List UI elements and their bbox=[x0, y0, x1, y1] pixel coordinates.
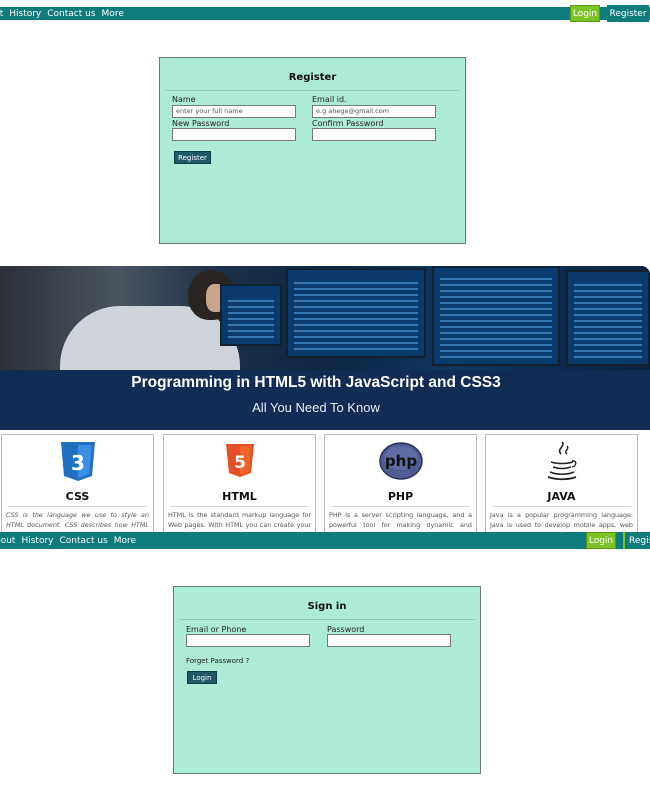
top-nav-bar: ut History Contact us More Login Registe… bbox=[0, 5, 650, 22]
email-input[interactable]: e.g ahege@gmail.com bbox=[312, 105, 436, 118]
second-nav-bar: bout History Contact us More Login Regis bbox=[0, 532, 650, 549]
nav-link-about[interactable]: ut bbox=[0, 9, 3, 19]
divider bbox=[170, 506, 309, 507]
nav-link-more[interactable]: More bbox=[102, 9, 124, 19]
nav-link-more[interactable]: More bbox=[114, 536, 136, 546]
html5-icon: 5 bbox=[218, 441, 262, 481]
login-submit-button[interactable]: Login bbox=[187, 671, 217, 684]
page: ut History Contact us More Login Registe… bbox=[0, 0, 650, 800]
feature-title: HTML bbox=[222, 490, 257, 503]
feature-title: PHP bbox=[387, 490, 414, 503]
email-phone-input[interactable] bbox=[186, 634, 310, 647]
feature-card-java[interactable]: JAVA Java is a popular programming langu… bbox=[485, 434, 638, 534]
divider bbox=[331, 506, 470, 507]
banner-heading: Programming in HTML5 with JavaScript and… bbox=[131, 374, 501, 391]
feature-description: PHP is a server scripting language, and … bbox=[329, 511, 472, 533]
signin-form: Sign in Email or Phone Password Forget P… bbox=[173, 586, 481, 774]
feature-description: Java is a popular programming language. … bbox=[490, 511, 633, 533]
name-label: Name bbox=[172, 95, 196, 104]
confirm-password-label: Confirm Password bbox=[312, 119, 384, 128]
feature-description: CSS is the language we use to style an H… bbox=[6, 511, 149, 533]
password-input[interactable] bbox=[327, 634, 451, 647]
divider bbox=[8, 506, 147, 507]
register-form: Register Name enter your full name Email… bbox=[159, 57, 466, 244]
svg-text:php: php bbox=[384, 452, 416, 470]
monitor-screen bbox=[220, 284, 282, 346]
nav-link-contact[interactable]: Contact us bbox=[47, 9, 95, 19]
new-password-input[interactable] bbox=[172, 128, 296, 141]
top-nav-links: ut History Contact us More bbox=[0, 7, 124, 20]
confirm-password-input[interactable] bbox=[312, 128, 436, 141]
new-password-label: New Password bbox=[172, 119, 230, 128]
nav-link-history[interactable]: History bbox=[21, 536, 53, 546]
nav-link-history[interactable]: History bbox=[9, 9, 41, 19]
login-button[interactable]: Login bbox=[570, 5, 600, 22]
feature-card-css[interactable]: 3 CSS CSS is the language we use to styl… bbox=[1, 434, 154, 534]
css3-icon: 3 bbox=[56, 441, 100, 481]
php-icon: php bbox=[378, 441, 423, 481]
divider bbox=[165, 90, 460, 91]
divider bbox=[179, 619, 475, 620]
signin-title: Sign in bbox=[307, 601, 347, 612]
feature-title: JAVA bbox=[547, 490, 576, 503]
feature-title: CSS bbox=[65, 490, 90, 503]
name-input[interactable]: enter your full name bbox=[172, 105, 296, 118]
email-label: Email id. bbox=[312, 95, 347, 104]
register-button[interactable]: Register bbox=[607, 5, 649, 22]
password-label: Password bbox=[327, 625, 365, 634]
monitor-screen bbox=[432, 266, 560, 366]
svg-text:3: 3 bbox=[71, 451, 85, 475]
feature-card-html[interactable]: 5 HTML HTML is the standard markup langu… bbox=[163, 434, 316, 534]
divider bbox=[492, 506, 631, 507]
java-icon bbox=[540, 441, 584, 481]
nav-link-contact[interactable]: Contact us bbox=[59, 536, 107, 546]
register-button[interactable]: Regis bbox=[623, 532, 650, 549]
login-button[interactable]: Login bbox=[586, 532, 616, 549]
monitor-screen bbox=[566, 270, 650, 366]
second-nav-links: bout History Contact us More bbox=[0, 533, 136, 548]
banner-subheading: All You Need To Know bbox=[252, 400, 380, 415]
nav-link-about[interactable]: bout bbox=[0, 536, 15, 546]
monitor-screen bbox=[286, 268, 426, 358]
hero-banner: Programming in HTML5 with JavaScript and… bbox=[0, 266, 650, 430]
register-submit-button[interactable]: Register bbox=[174, 151, 211, 164]
feature-description: HTML is the standard markup language for… bbox=[168, 511, 311, 533]
forgot-password-link[interactable]: Forget Password ? bbox=[186, 657, 249, 665]
register-title: Register bbox=[288, 72, 337, 83]
feature-card-php[interactable]: php PHP PHP is a server scripting langua… bbox=[324, 434, 477, 534]
email-phone-label: Email or Phone bbox=[186, 625, 247, 634]
svg-text:5: 5 bbox=[234, 453, 246, 473]
